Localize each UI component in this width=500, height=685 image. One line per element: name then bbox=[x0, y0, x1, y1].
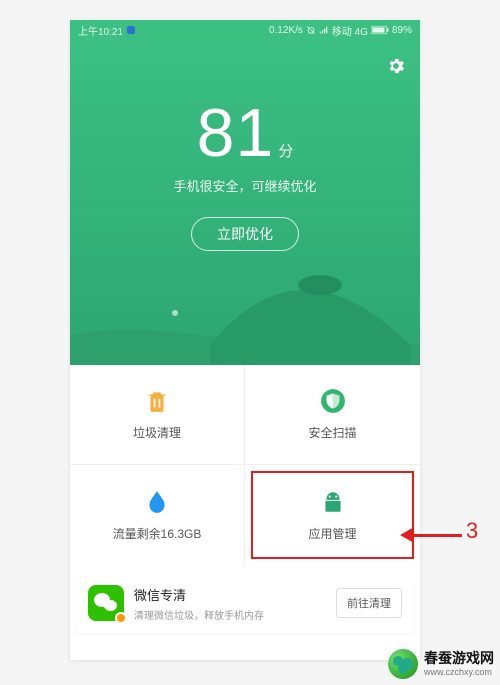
settings-button[interactable] bbox=[386, 56, 406, 81]
trash-icon bbox=[144, 388, 170, 414]
alarm-off-icon bbox=[306, 25, 316, 35]
data-usage-tile[interactable]: 流量剩余16.3GB bbox=[70, 465, 245, 565]
watermark: 春蚕游戏网 www.czchxy.com bbox=[388, 649, 494, 679]
gear-icon bbox=[386, 56, 406, 76]
score-value: 81 bbox=[197, 94, 275, 172]
annotation-arrow-line bbox=[406, 534, 462, 537]
status-bar: 上午10:21 0.12K/s 移动 4G 89% bbox=[70, 20, 420, 40]
droplet-icon bbox=[144, 489, 170, 515]
tile-label: 安全扫描 bbox=[308, 424, 356, 441]
mountain-decoration bbox=[70, 255, 420, 365]
status-speed: 0.12K/s bbox=[269, 25, 303, 36]
optimize-button-label: 立即优化 bbox=[217, 224, 273, 244]
score-subtitle: 手机很安全，可继续优化 bbox=[70, 176, 420, 195]
score-display: 81分 手机很安全，可继续优化 立即优化 bbox=[70, 94, 420, 251]
battery-icon bbox=[371, 25, 389, 35]
signal-icon bbox=[319, 25, 329, 35]
annotation-number: 3 bbox=[466, 518, 478, 544]
status-carrier: 移动 4G bbox=[332, 23, 368, 38]
status-time: 上午10:21 bbox=[78, 23, 123, 38]
security-scan-tile[interactable]: 安全扫描 bbox=[245, 365, 420, 465]
tile-label: 流量剩余16.3GB bbox=[113, 525, 202, 542]
wechat-icon bbox=[88, 585, 124, 621]
phone-screen: 上午10:21 0.12K/s 移动 4G 89% 81分 手机很安全，可继续优… bbox=[70, 20, 420, 660]
watermark-title: 春蚕游戏网 bbox=[424, 651, 494, 666]
security-hero: 上午10:21 0.12K/s 移动 4G 89% 81分 手机很安全，可继续优… bbox=[70, 20, 420, 365]
status-battery: 89% bbox=[392, 25, 412, 36]
go-clean-button[interactable]: 前往清理 bbox=[336, 588, 402, 618]
wechat-clean-card[interactable]: 微信专清 清理微信垃圾，释放手机内存 前往清理 bbox=[76, 573, 414, 633]
annotation-highlight bbox=[251, 471, 414, 559]
optimize-button[interactable]: 立即优化 bbox=[191, 217, 299, 251]
shield-icon bbox=[320, 388, 346, 414]
watermark-url: www.czchxy.com bbox=[424, 667, 494, 677]
feature-grid: 垃圾清理 安全扫描 流量剩余16.3GB 应用管理 bbox=[70, 365, 420, 565]
score-unit: 分 bbox=[278, 143, 293, 160]
app-management-tile[interactable]: 应用管理 bbox=[245, 465, 420, 565]
go-clean-label: 前往清理 bbox=[347, 598, 391, 610]
card-subtitle: 清理微信垃圾，释放手机内存 bbox=[134, 607, 326, 622]
tile-label: 垃圾清理 bbox=[133, 424, 181, 441]
sync-icon bbox=[127, 26, 135, 34]
trash-cleanup-tile[interactable]: 垃圾清理 bbox=[70, 365, 245, 465]
card-title: 微信专清 bbox=[134, 585, 326, 604]
tile-label: 应用管理 bbox=[308, 525, 356, 542]
android-icon bbox=[320, 489, 346, 515]
watermark-logo-icon bbox=[388, 649, 418, 679]
